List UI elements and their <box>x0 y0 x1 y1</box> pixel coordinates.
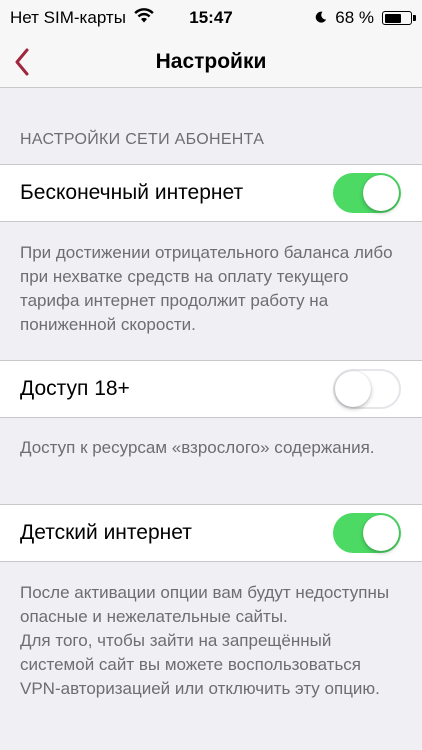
toggle-knob <box>363 515 399 551</box>
setting-description-kids-internet: После активации опции вам будут недоступ… <box>20 583 390 698</box>
moon-icon <box>315 8 327 28</box>
setting-label: Доступ 18+ <box>20 377 130 400</box>
status-bar-right: 68 % <box>315 0 416 36</box>
setting-row-unlimited-internet: Бесконечный интернет <box>0 164 422 222</box>
setting-label: Бесконечный интернет <box>20 181 244 204</box>
setting-description-adult-access: Доступ к ресурсам «взрослого» содержания… <box>20 438 375 457</box>
setting-row-adult-access: Доступ 18+ <box>0 360 422 418</box>
kids-internet-toggle[interactable] <box>333 513 401 553</box>
setting-label: Детский интернет <box>20 521 192 544</box>
page-title: Настройки <box>155 50 267 73</box>
adult-access-toggle[interactable] <box>333 369 401 409</box>
status-bar: Нет SIM-карты 15:47 68 % <box>0 0 422 36</box>
unlimited-internet-toggle[interactable] <box>333 173 401 213</box>
battery-icon <box>382 11 416 25</box>
battery-percent: 68 % <box>335 8 374 27</box>
setting-row-kids-internet: Детский интернет <box>0 504 422 562</box>
section-header: НАСТРОЙКИ СЕТИ АБОНЕНТА <box>20 131 265 148</box>
navigation-bar: Настройки <box>0 36 422 88</box>
setting-description-unlimited-internet: При достижении отрицательного баланса ли… <box>20 243 393 334</box>
battery-fill <box>384 13 401 23</box>
toggle-knob <box>363 175 399 211</box>
time-label: 15:47 <box>189 8 233 27</box>
toggle-knob <box>335 371 371 407</box>
